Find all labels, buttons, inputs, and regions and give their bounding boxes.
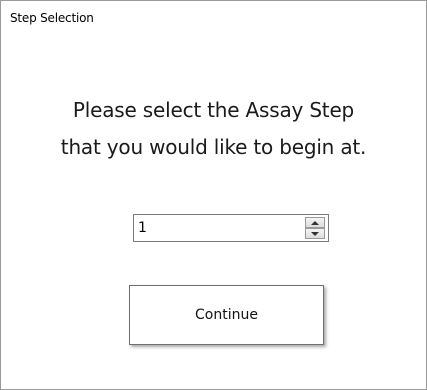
triangle-up-icon bbox=[311, 220, 319, 225]
assay-step-spinner[interactable]: 1 bbox=[133, 214, 329, 242]
step-selection-window: Step Selection Please select the Assay S… bbox=[0, 0, 427, 390]
prompt-line-2: that you would like to begin at. bbox=[60, 135, 367, 159]
triangle-down-icon bbox=[311, 231, 319, 236]
spinner-up-button[interactable] bbox=[305, 217, 325, 228]
spinner-down-button[interactable] bbox=[305, 228, 325, 239]
continue-button[interactable]: Continue bbox=[129, 285, 324, 345]
assay-step-value[interactable]: 1 bbox=[138, 220, 147, 236]
spinner-buttons bbox=[305, 217, 325, 239]
window-title: Step Selection bbox=[10, 11, 94, 25]
prompt-line-1: Please select the Assay Step bbox=[72, 98, 355, 122]
